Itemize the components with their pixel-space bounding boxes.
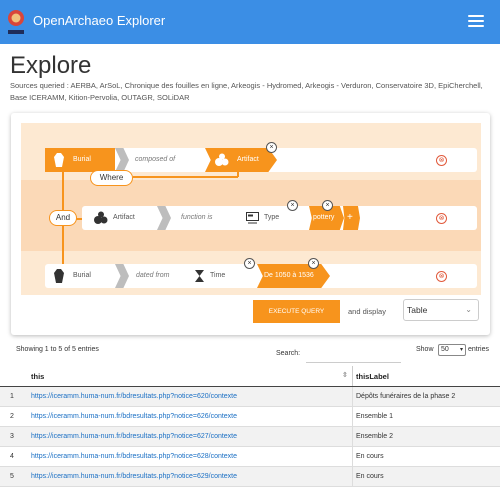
subject-burial-pill[interactable]: Burial (45, 264, 115, 288)
and-badge[interactable]: And (49, 210, 77, 226)
search-label: Search: (276, 350, 301, 357)
hourglass-icon (195, 270, 204, 282)
connector-line (133, 176, 238, 178)
close-time-icon[interactable]: × (244, 258, 255, 269)
openarchaeo-logo[interactable] (6, 6, 26, 38)
app-title[interactable]: OpenArchaeo Explorer (33, 13, 165, 28)
page-length-select[interactable]: 50 ▾ (438, 344, 466, 356)
display-mode-label: and display (348, 307, 386, 316)
type-icon (246, 212, 259, 224)
result-label: Ensemble 2 (356, 433, 393, 440)
close-artifact-icon[interactable]: × (266, 142, 277, 153)
hamburger-menu-icon[interactable] (468, 15, 484, 28)
show-label: Show (416, 346, 434, 353)
predicate-function-is[interactable]: function is (181, 206, 213, 230)
add-value-button[interactable]: + (343, 206, 360, 230)
close-pottery-icon[interactable]: × (322, 200, 333, 211)
subject-artifact-pill[interactable]: Artifact (82, 206, 157, 230)
coffin-icon (54, 153, 64, 167)
sources-queried-text: Sources queried : AERBA, ArSoL, Chroniqu… (10, 81, 483, 102)
result-link[interactable]: https://iceramm.huma-num.fr/bdresultats.… (31, 393, 237, 400)
subject-burial-pill[interactable]: Burial (45, 148, 115, 172)
result-label: Dépôts funéraires de la phase 2 (356, 393, 456, 400)
where-badge[interactable]: Where (90, 170, 133, 186)
table-row: 1 https://iceramm.huma-num.fr/bdresultat… (0, 387, 500, 407)
query-row-artifact-function: Artifact function is Type pottery + ⊗ (82, 206, 477, 230)
close-date-range-icon[interactable]: × (308, 258, 319, 269)
result-link[interactable]: https://iceramm.huma-num.fr/bdresultats.… (31, 473, 237, 480)
query-row-burial-composed-of: Burial composed of Artifact ⊗ (45, 148, 477, 172)
close-type-icon[interactable]: × (287, 200, 298, 211)
sort-icon[interactable]: ⇳ (342, 371, 348, 379)
artifacts-icon (94, 211, 108, 224)
table-row: 5 https://iceramm.huma-num.fr/bdresultat… (0, 467, 500, 487)
entries-label: entries (468, 346, 490, 353)
chevron-down-icon: ▾ (459, 347, 463, 353)
table-row: 3 https://iceramm.huma-num.fr/bdresultat… (0, 427, 500, 447)
arrow-separator (157, 206, 171, 230)
page-title: Explore (10, 52, 92, 79)
coffin-icon (54, 269, 64, 283)
search-input[interactable] (306, 344, 401, 363)
display-mode-select[interactable]: Table ⌄ (403, 299, 479, 321)
predicate-dated-from[interactable]: dated from (136, 264, 169, 288)
table-row: 4 https://iceramm.huma-num.fr/bdresultat… (0, 447, 500, 467)
artifacts-icon (215, 153, 229, 166)
result-label: En cours (356, 473, 384, 480)
table-info: Showing 1 to 5 of 5 entries (16, 346, 99, 353)
arrow-separator (115, 264, 129, 288)
table-row: 2 https://iceramm.huma-num.fr/bdresultat… (0, 407, 500, 427)
query-builder-card: Burial composed of Artifact ⊗ × Where An… (11, 113, 490, 335)
object-type-pill[interactable]: Type (244, 206, 310, 230)
remove-row-icon[interactable]: ⊗ (436, 155, 447, 166)
result-label: En cours (356, 453, 384, 460)
navbar: OpenArchaeo Explorer (0, 0, 500, 44)
query-canvas: Burial composed of Artifact ⊗ × Where An… (21, 123, 481, 295)
value-date-range-pill[interactable]: De 1050 à 1536 (257, 264, 330, 288)
column-header-this[interactable]: this (31, 372, 44, 381)
arrow-separator (115, 148, 129, 172)
result-link[interactable]: https://iceramm.huma-num.fr/bdresultats.… (31, 413, 237, 420)
remove-row-icon[interactable]: ⊗ (436, 271, 447, 282)
remove-row-icon[interactable]: ⊗ (436, 213, 447, 224)
object-artifact-pill[interactable]: Artifact (205, 148, 277, 172)
column-header-thislabel[interactable]: thisLabel (356, 372, 389, 381)
execute-query-button[interactable]: EXECUTE QUERY (253, 300, 340, 323)
result-link[interactable]: https://iceramm.huma-num.fr/bdresultats.… (31, 453, 237, 460)
result-label: Ensemble 1 (356, 413, 393, 420)
result-link[interactable]: https://iceramm.huma-num.fr/bdresultats.… (31, 433, 237, 440)
chevron-down-icon: ⌄ (465, 305, 472, 314)
query-row-burial-dated-from: Burial dated from Time De 1050 à 1536 ⊗ (45, 264, 477, 288)
predicate-composed-of[interactable]: composed of (135, 148, 175, 172)
